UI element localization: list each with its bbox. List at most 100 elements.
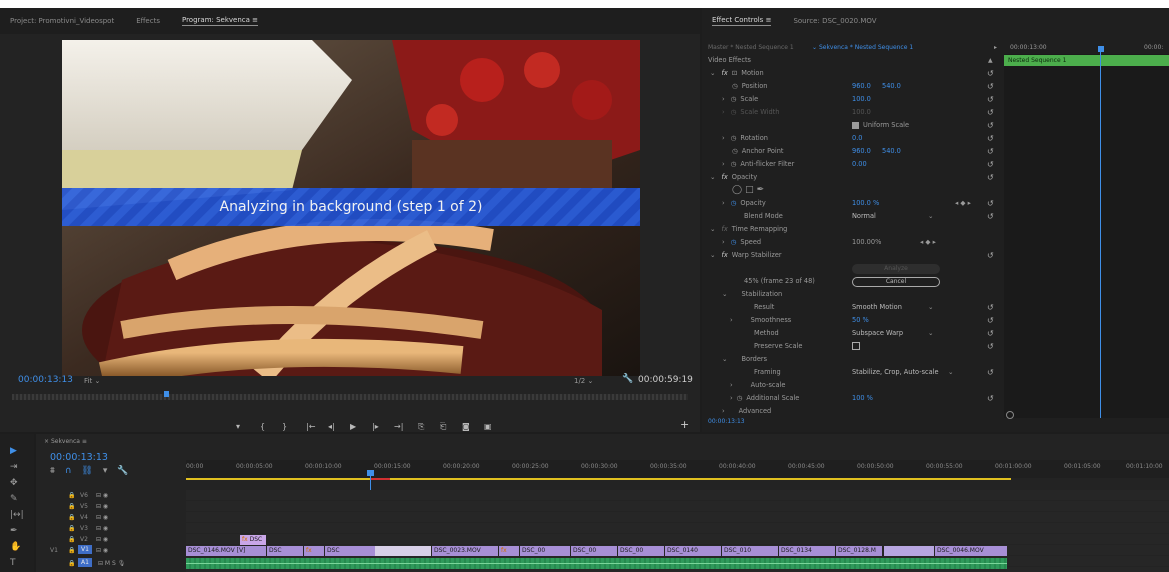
- stopwatch-icon[interactable]: ◷: [725, 134, 737, 142]
- anchor-y-value[interactable]: 540.0: [882, 147, 901, 155]
- video-frame[interactable]: Analyzing in background (step 1 of 2): [62, 40, 640, 376]
- stopwatch-active-icon[interactable]: ◷: [725, 238, 737, 246]
- close-icon[interactable]: ×: [44, 438, 49, 445]
- tab-source[interactable]: Source: DSC_0020.MOV: [793, 17, 876, 25]
- position-row[interactable]: ◷ Position 960.0 540.0 ↺: [702, 80, 997, 92]
- add-marker-icon[interactable]: ▾: [103, 466, 108, 476]
- track-label-a1-targeted[interactable]: A1: [78, 558, 92, 567]
- stabilization-row[interactable]: ⌄ Stabilization: [702, 288, 997, 300]
- time-remapping-row[interactable]: ⌄ fx Time Remapping: [702, 223, 997, 235]
- reset-icon[interactable]: ↺: [987, 82, 994, 91]
- menu-icon[interactable]: ≡: [766, 16, 772, 24]
- tab-effect-controls[interactable]: Effect Controls ≡: [712, 16, 772, 26]
- reset-icon[interactable]: ↺: [987, 147, 994, 156]
- selection-tool-icon[interactable]: ▶: [10, 446, 17, 456]
- track-select-icon[interactable]: ⇥: [10, 462, 18, 472]
- pen-icon[interactable]: ✒: [10, 526, 18, 536]
- v1-clip[interactable]: DSC_00: [618, 546, 664, 556]
- playhead-marker[interactable]: [164, 391, 169, 397]
- sync-lock-icon[interactable]: ⊟ ◉: [96, 514, 108, 521]
- play-only-icon[interactable]: ▸: [994, 44, 997, 51]
- advanced-row[interactable]: › Advanced: [702, 405, 997, 417]
- opacity-section-row[interactable]: ⌄ fx Opacity ↺: [702, 171, 997, 183]
- reset-icon[interactable]: ↺: [987, 368, 994, 377]
- anchor-row[interactable]: ◷ Anchor Point 960.0 540.0 ↺: [702, 145, 997, 157]
- reset-icon[interactable]: ↺: [987, 329, 994, 338]
- work-area-bar[interactable]: [186, 478, 1011, 480]
- lock-icon[interactable]: 🔒: [68, 547, 75, 554]
- rotation-row[interactable]: › ◷ Rotation 0.0 ↺: [702, 132, 997, 144]
- result-value[interactable]: Smooth Motion: [852, 303, 902, 311]
- method-value[interactable]: Subspace Warp: [852, 329, 903, 337]
- result-row[interactable]: Result Smooth Motion ⌄ ↺: [702, 301, 997, 313]
- antiflicker-value[interactable]: 0.00: [852, 160, 867, 168]
- go-to-out-icon[interactable]: →|: [394, 422, 403, 431]
- tab-program[interactable]: Program: Sekvenca ≡: [181, 16, 259, 26]
- method-row[interactable]: Method Subspace Warp ⌄ ↺: [702, 327, 997, 339]
- v1-clip[interactable]: DSC_0146.MOV [V]: [186, 546, 266, 556]
- hand-icon[interactable]: ✋: [10, 542, 21, 552]
- ripple-edit-icon[interactable]: ✥: [10, 478, 18, 488]
- reset-icon[interactable]: ↺: [987, 69, 994, 78]
- additional-scale-row[interactable]: › ◷ Additional Scale 100 % ↺: [702, 392, 997, 404]
- stopwatch-icon[interactable]: ◷: [725, 160, 737, 168]
- menu-icon[interactable]: ≡: [252, 16, 258, 24]
- lift-icon[interactable]: ⎘: [418, 422, 424, 432]
- v1-clip[interactable]: DSC: [325, 546, 375, 556]
- ellipse-mask-icon[interactable]: ◯: [702, 185, 742, 195]
- chevron-down-icon[interactable]: ⌄: [928, 212, 934, 220]
- marker-icon[interactable]: ▾: [236, 422, 240, 431]
- master-sequence[interactable]: Master * Nested Sequence 1: [708, 44, 794, 51]
- program-timecode[interactable]: 00:00:13:13: [18, 375, 73, 385]
- lock-icon[interactable]: 🔒: [68, 536, 75, 543]
- v1-clip[interactable]: DSC_00: [571, 546, 617, 556]
- type-icon[interactable]: T: [10, 558, 16, 568]
- active-sequence[interactable]: ⌄ Sekvenca * Nested Sequence 1: [812, 44, 913, 51]
- cancel-button[interactable]: Cancel: [852, 277, 940, 287]
- position-y-value[interactable]: 540.0: [882, 82, 901, 90]
- sync-lock-icon[interactable]: ⊟ ◉: [96, 492, 108, 499]
- anchor-x-value[interactable]: 960.0: [852, 147, 871, 155]
- reset-icon[interactable]: ↺: [987, 95, 994, 104]
- go-to-in-icon[interactable]: |←: [306, 422, 315, 431]
- checkbox-unchecked-icon[interactable]: [852, 342, 860, 350]
- opacity-row[interactable]: › ◷ Opacity 100.0 % ◂ ◆ ▸ ↺: [702, 197, 997, 209]
- blend-mode-row[interactable]: Blend Mode Normal ⌄ ↺: [702, 210, 997, 222]
- keyframe-nav-icon[interactable]: ◂ ◆ ▸: [920, 238, 936, 246]
- timeline-tab[interactable]: × Sekvenca ≡: [44, 438, 87, 445]
- reset-icon[interactable]: ↺: [987, 199, 994, 208]
- pen-mask-icon[interactable]: ✒: [754, 185, 765, 195]
- razor-icon[interactable]: ✎: [10, 494, 18, 504]
- lock-icon[interactable]: 🔒: [68, 503, 75, 510]
- v1-clip[interactable]: DSC_0046.MOV: [935, 546, 1007, 556]
- borders-row[interactable]: ⌄ Borders: [702, 353, 997, 365]
- v2-clip[interactable]: fx DSC: [240, 535, 266, 545]
- mark-in-icon[interactable]: {: [260, 422, 265, 431]
- scale-row[interactable]: › ◷ Scale 100.0 ↺: [702, 93, 997, 105]
- reset-icon[interactable]: ↺: [987, 212, 994, 221]
- v1-clip[interactable]: DSC_0134: [779, 546, 835, 556]
- smoothness-value[interactable]: 50 %: [852, 316, 869, 324]
- lock-icon[interactable]: 🔒: [68, 492, 75, 499]
- stopwatch-active-icon[interactable]: ◷: [725, 199, 737, 207]
- sync-lock-icon[interactable]: ⊟ ◉: [96, 525, 108, 532]
- tab-effects[interactable]: Effects: [136, 17, 160, 25]
- audio-controls-icon[interactable]: ⊟ M S 🎙: [98, 560, 125, 567]
- framing-row[interactable]: Framing Stabilize, Crop, Auto-scale ⌄ ↺: [702, 366, 997, 378]
- blend-value[interactable]: Normal: [852, 212, 876, 220]
- lock-icon[interactable]: 🔒: [68, 525, 75, 532]
- chevron-down-icon[interactable]: ⌄: [928, 329, 934, 337]
- resolution-dropdown[interactable]: 1/2 ⌄: [574, 377, 593, 385]
- scale-value[interactable]: 100.0: [852, 95, 871, 103]
- ec-zoom-handle[interactable]: [1006, 411, 1014, 419]
- keyframe-nav-icon[interactable]: ◂ ◆ ▸: [955, 199, 971, 207]
- rectangle-mask-icon[interactable]: □: [742, 185, 754, 195]
- antiflicker-row[interactable]: › ◷ Anti-flicker Filter 0.00 ↺: [702, 158, 997, 170]
- scroll-up-icon[interactable]: ▲: [988, 57, 993, 64]
- source-patch-v1[interactable]: V1: [50, 547, 58, 554]
- analyze-button[interactable]: Analyze: [852, 264, 940, 274]
- reset-icon[interactable]: ↺: [987, 121, 994, 130]
- reset-icon[interactable]: ↺: [987, 342, 994, 351]
- uniform-scale-row[interactable]: Uniform Scale ↺: [702, 119, 997, 131]
- ec-playhead-handle[interactable]: [1098, 46, 1104, 52]
